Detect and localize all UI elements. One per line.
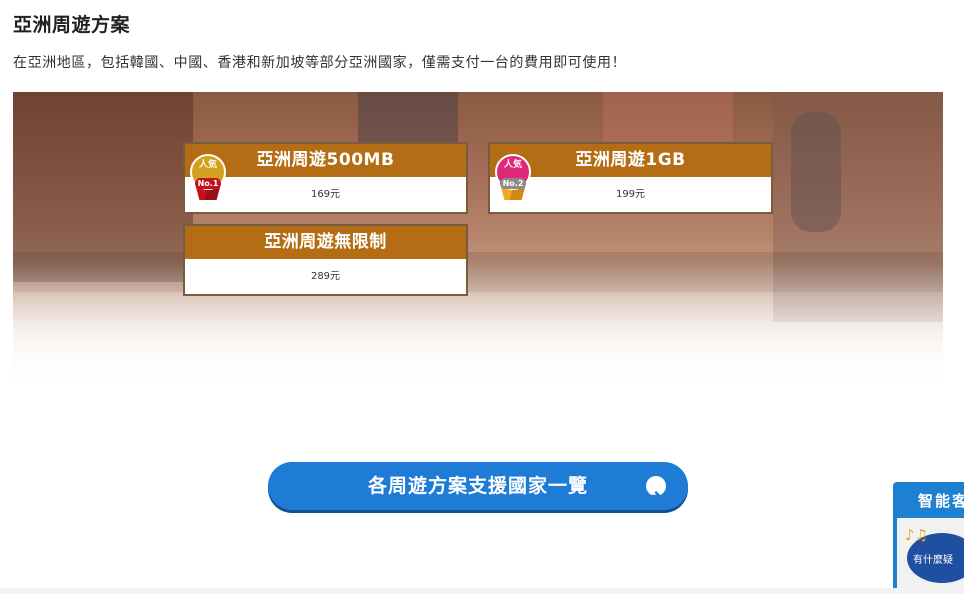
music-notes-icon: ♪♫	[905, 526, 929, 544]
plan-card-500mb[interactable]: 亞洲周遊500MB 169元 人気 No.1	[183, 142, 468, 214]
badge-rank: No.1	[194, 178, 222, 189]
plan-name: 亞洲周遊500MB	[185, 144, 466, 177]
footer-divider	[0, 588, 964, 594]
cta-label: 各周遊方案支援國家一覽	[367, 475, 588, 497]
plan-price: 199元	[615, 189, 646, 200]
page-title: 亞洲周遊方案	[13, 14, 131, 36]
plan-name: 亞洲周遊無限制	[185, 226, 466, 259]
banner-image	[13, 92, 943, 392]
popular-no2-badge-icon: 人気 No.2	[494, 154, 532, 204]
badge-rank: No.2	[499, 178, 527, 189]
plan-name: 亞洲周遊1GB	[490, 144, 771, 177]
chat-widget[interactable]: 智能客 有什麼疑 ♪♫	[893, 482, 964, 594]
page-description: 在亞洲地區，包括韓國、中國、香港和新加坡等部分亞洲國家，僅需支付一台的費用即可使…	[13, 55, 627, 71]
badge-text: 人気	[198, 160, 217, 170]
supported-countries-button[interactable]: 各周遊方案支援國家一覽	[268, 462, 688, 510]
arrow-right-circle-icon	[646, 476, 666, 501]
plan-price: 289元	[310, 271, 341, 282]
plan-card-unlimited[interactable]: 亞洲周遊無限制 289元	[183, 224, 468, 296]
badge-text: 人気	[503, 160, 522, 170]
plan-card-1gb[interactable]: 亞洲周遊1GB 199元 人気 No.2	[488, 142, 773, 214]
chat-widget-title: 智能客	[918, 492, 964, 510]
chat-bubble-text: 有什麼疑	[913, 555, 953, 566]
popular-no1-badge-icon: 人気 No.1	[189, 154, 227, 204]
plan-price: 169元	[310, 189, 341, 200]
